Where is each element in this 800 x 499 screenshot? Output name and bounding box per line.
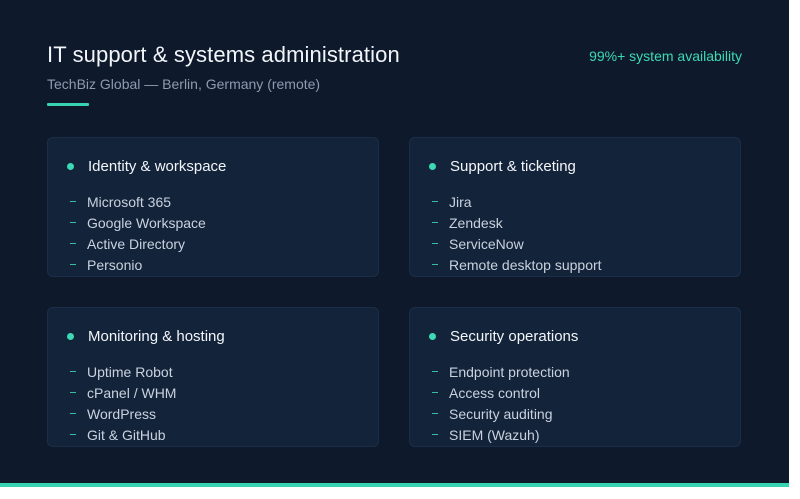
list-item-label: Security auditing	[449, 405, 553, 422]
list-item: Git & GitHub	[70, 424, 176, 445]
list-item-label: WordPress	[87, 405, 156, 422]
dash-icon	[70, 392, 76, 393]
list-item: Active Directory	[70, 233, 206, 254]
list-item: WordPress	[70, 403, 176, 424]
dash-icon	[432, 434, 438, 435]
list-item: Personio	[70, 254, 206, 275]
list-item-label: cPanel / WHM	[87, 384, 177, 401]
bullet-dot-icon	[67, 163, 74, 170]
dash-icon	[432, 392, 438, 393]
list-item: ServiceNow	[432, 233, 602, 254]
card-title: Monitoring & hosting	[88, 328, 225, 345]
card-title: Identity & workspace	[88, 158, 227, 175]
dash-icon	[432, 371, 438, 372]
list-item-label: Uptime Robot	[87, 363, 173, 380]
list-item: Jira	[432, 191, 602, 212]
bullet-dot-icon	[429, 163, 436, 170]
list-item-label: Endpoint protection	[449, 363, 570, 380]
card-item-list: Jira Zendesk ServiceNow Remote desktop s…	[432, 191, 602, 275]
list-item: Security auditing	[432, 403, 570, 424]
page-title: IT support & systems administration	[47, 42, 400, 67]
list-item-label: Personio	[87, 256, 143, 273]
page-margin-right	[789, 0, 800, 499]
slide: IT support & systems administration Tech…	[0, 0, 789, 483]
dash-icon	[432, 413, 438, 414]
list-item: Uptime Robot	[70, 361, 176, 382]
card-item-list: Microsoft 365 Google Workspace Active Di…	[70, 191, 206, 275]
dash-icon	[432, 243, 438, 244]
list-item: SIEM (Wazuh)	[432, 424, 570, 445]
card-identity-workspace: Identity & workspace Microsoft 365 Googl…	[47, 137, 379, 277]
list-item: cPanel / WHM	[70, 382, 176, 403]
card-header: Identity & workspace	[67, 158, 226, 175]
card-item-list: Uptime Robot cPanel / WHM WordPress Git …	[70, 361, 176, 445]
list-item-label: Jira	[449, 193, 472, 210]
card-header: Security operations	[429, 328, 578, 345]
card-header: Support & ticketing	[429, 158, 576, 175]
card-header: Monitoring & hosting	[67, 328, 225, 345]
list-item: Microsoft 365	[70, 191, 206, 212]
availability-stat: 99%+ system availability	[589, 48, 742, 64]
card-title: Support & ticketing	[450, 158, 576, 175]
dash-icon	[432, 264, 438, 265]
card-support-ticketing: Support & ticketing Jira Zendesk Service…	[409, 137, 741, 277]
page-subtitle: TechBiz Global — Berlin, Germany (remote…	[47, 76, 321, 92]
bullet-dot-icon	[429, 333, 436, 340]
list-item-label: ServiceNow	[449, 235, 524, 252]
dash-icon	[70, 434, 76, 435]
dash-icon	[70, 413, 76, 414]
list-item-label: Active Directory	[87, 235, 186, 252]
dash-icon	[432, 222, 438, 223]
list-item-label: SIEM (Wazuh)	[449, 426, 540, 443]
list-item: Google Workspace	[70, 212, 206, 233]
dash-icon	[70, 371, 76, 372]
list-item: Zendesk	[432, 212, 602, 233]
list-item: Remote desktop support	[432, 254, 602, 275]
card-monitoring-hosting: Monitoring & hosting Uptime Robot cPanel…	[47, 307, 379, 447]
dash-icon	[432, 201, 438, 202]
list-item-label: Microsoft 365	[87, 193, 172, 210]
card-item-list: Endpoint protection Access control Secur…	[432, 361, 570, 445]
list-item: Endpoint protection	[432, 361, 570, 382]
list-item: Access control	[432, 382, 570, 403]
card-title: Security operations	[450, 328, 579, 345]
card-security-operations: Security operations Endpoint protection …	[409, 307, 741, 447]
list-item-label: Remote desktop support	[449, 256, 602, 273]
list-item-label: Access control	[449, 384, 541, 401]
dash-icon	[70, 243, 76, 244]
title-accent-line	[47, 103, 89, 106]
page-margin-bottom	[0, 487, 800, 499]
bullet-dot-icon	[67, 333, 74, 340]
list-item-label: Google Workspace	[87, 214, 206, 231]
list-item-label: Git & GitHub	[87, 426, 166, 443]
list-item-label: Zendesk	[449, 214, 503, 231]
dash-icon	[70, 222, 76, 223]
dash-icon	[70, 264, 76, 265]
dash-icon	[70, 201, 76, 202]
